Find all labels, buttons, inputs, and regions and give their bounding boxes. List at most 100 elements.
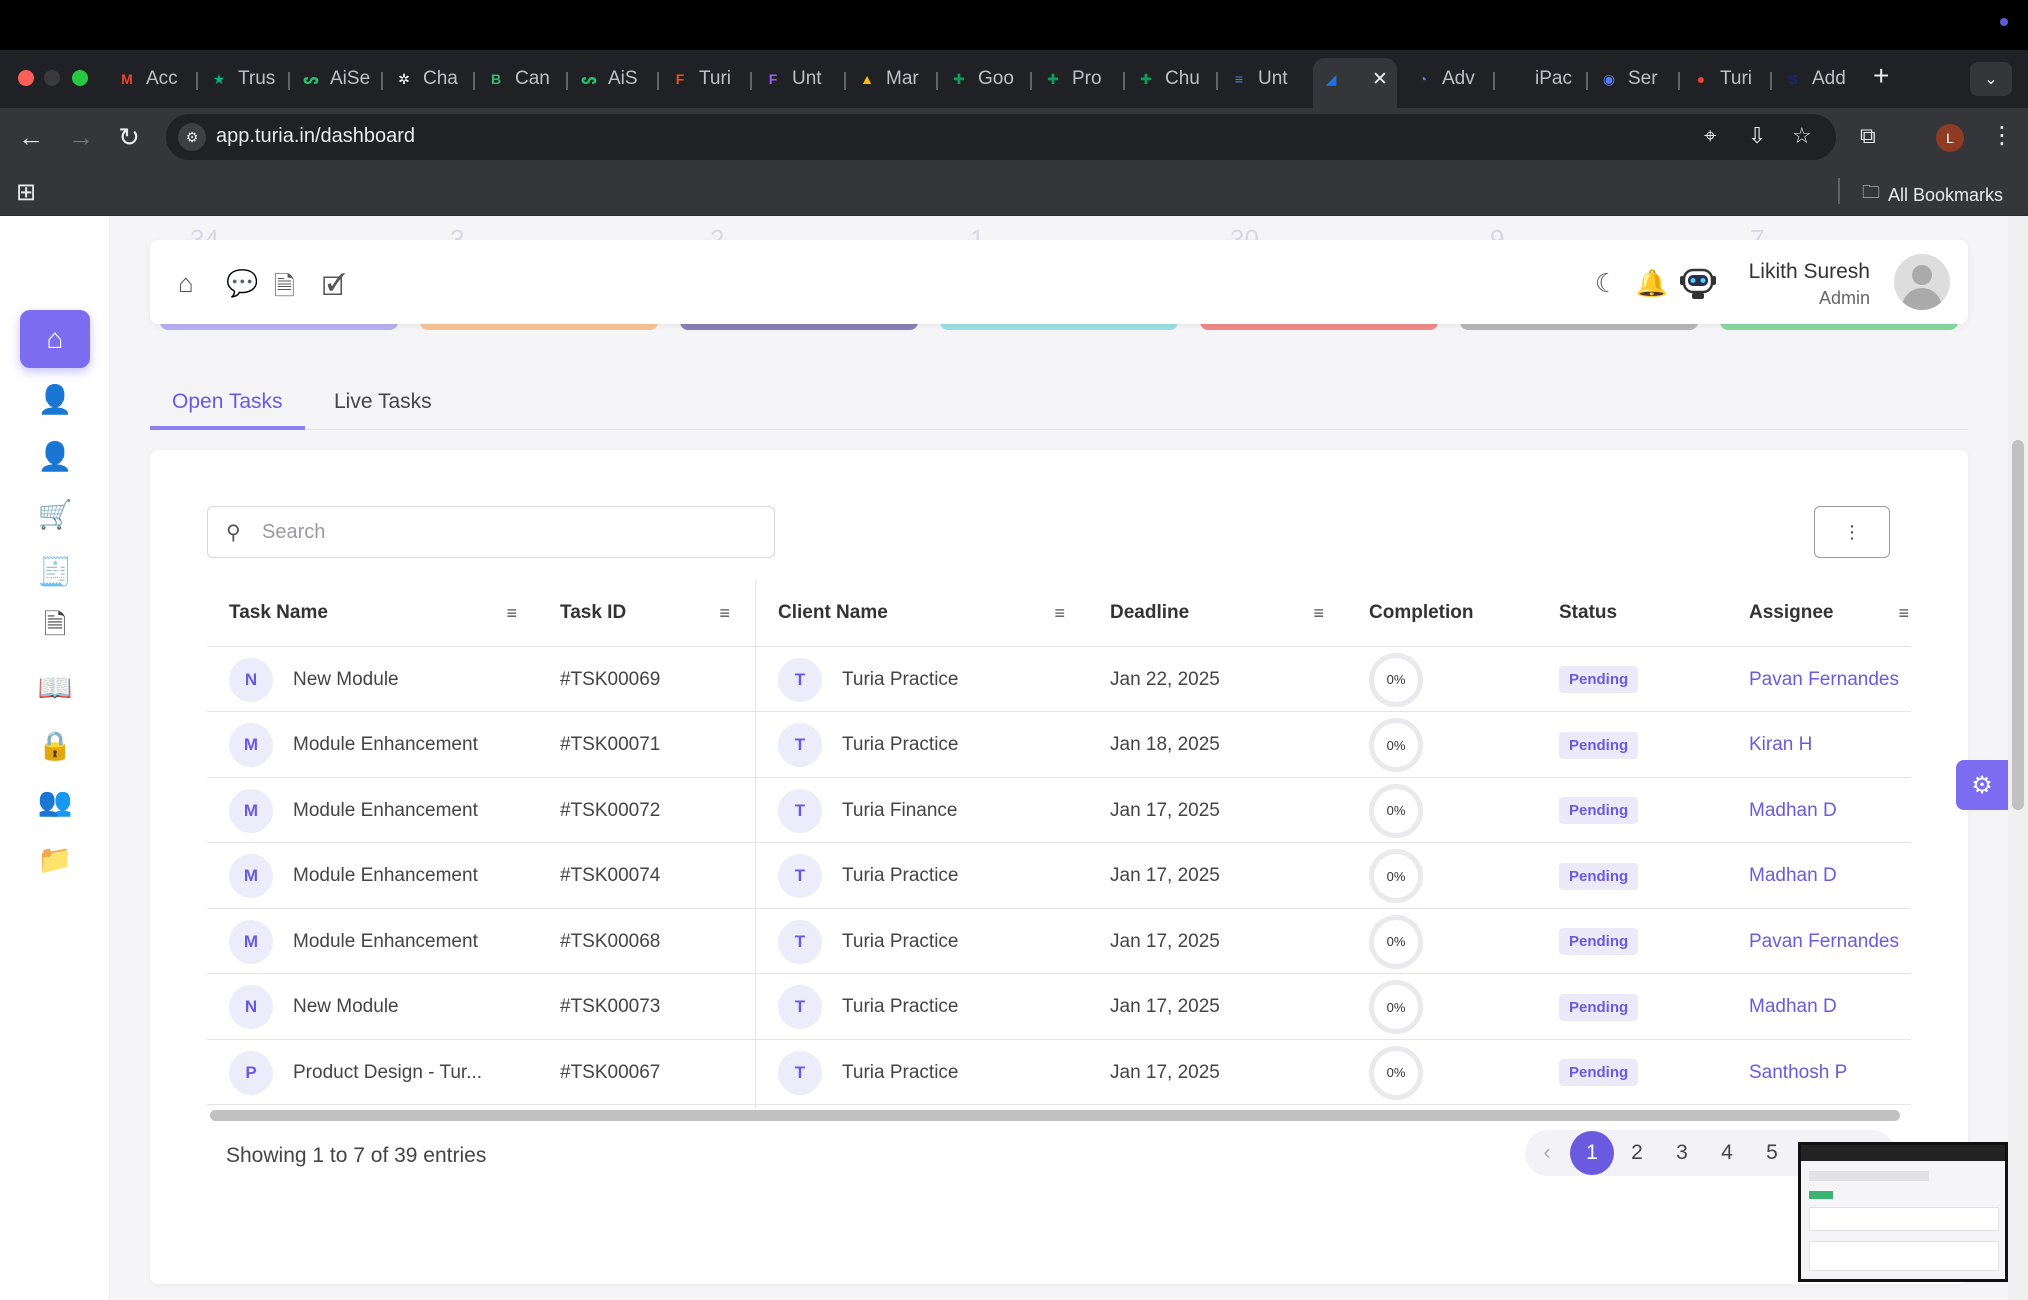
assignee-link[interactable]: Santhosh P [1749, 1062, 1847, 1084]
table-row[interactable]: N New Module #TSK00069 T Turia Practice Jan 2… [207, 647, 1911, 712]
sidebar-item-verified-user[interactable]: 👤 [20, 427, 90, 485]
browser-tab[interactable]: S Add [1782, 62, 1854, 96]
task-name-cell[interactable]: N New Module [229, 647, 549, 712]
chat-icon[interactable]: 💬 [226, 268, 258, 299]
pagination-page-2[interactable]: 2 [1615, 1131, 1659, 1175]
url-text[interactable]: app.turia.in/dashboard [216, 125, 415, 148]
table-row[interactable]: M Module Enhancement #TSK00071 T Turia Pract… [207, 713, 1911, 778]
browser-tab[interactable]: ◔ Adv [1412, 62, 1484, 96]
sidebar-item-lock[interactable]: 🔒 [20, 716, 90, 774]
column-header-task-id[interactable]: Task ID ≡ [560, 580, 730, 646]
document-icon[interactable]: 🗎 [274, 268, 295, 312]
filter-icon[interactable]: ≡ [1054, 603, 1065, 624]
settings-fab[interactable]: ⚙ [1956, 760, 2008, 810]
assignee-link[interactable]: Madhan D [1749, 800, 1837, 822]
task-name-cell[interactable]: M Module Enhancement [229, 844, 549, 909]
maximize-window-button[interactable] [72, 70, 88, 86]
browser-tab[interactable]: ✚ Chu [1135, 62, 1207, 96]
task-name-cell[interactable]: M Module Enhancement [229, 909, 549, 974]
assignee-link[interactable]: Madhan D [1749, 865, 1837, 887]
more-options-button[interactable]: ⋮ [1814, 506, 1890, 558]
sidebar-item-remove-user[interactable]: 👤 [20, 370, 90, 428]
browser-tab[interactable]: F Turi [669, 62, 741, 96]
filter-icon[interactable]: ≡ [1313, 603, 1324, 624]
column-header-status[interactable]: Status [1559, 580, 1699, 646]
browser-tab[interactable]: F Unt [762, 62, 834, 96]
search-input[interactable] [262, 517, 752, 547]
sidebar-item-folders[interactable]: 📁 [20, 830, 90, 888]
browser-tab[interactable]: ◉ Ser [1598, 62, 1670, 96]
reload-icon[interactable]: ↻ [110, 118, 148, 156]
browser-tab[interactable]: ≡ Unt [1228, 62, 1300, 96]
assignee-cell[interactable]: Madhan D [1749, 844, 1899, 909]
column-header-assignee[interactable]: Assignee ≡ [1749, 580, 1909, 646]
install-app-icon[interactable]: ⇩ [1748, 123, 1766, 149]
assignee-link[interactable]: Kiran H [1749, 734, 1812, 756]
vertical-scrollbar-thumb[interactable] [2012, 440, 2024, 810]
column-header-task-name[interactable]: Task Name ≡ [229, 580, 517, 646]
table-row[interactable]: M Module Enhancement #TSK00072 T Turia Finan… [207, 778, 1911, 843]
pagination-page-5[interactable]: 5 [1750, 1131, 1794, 1175]
table-row[interactable]: N New Module #TSK00073 T Turia Practice Jan 1… [207, 975, 1911, 1040]
assignee-link[interactable]: Pavan Fernandes [1749, 669, 1899, 691]
pagination-page-3[interactable]: 3 [1660, 1131, 1704, 1175]
omnibox[interactable]: ⚙ app.turia.in/dashboard ⌖ ⇩ ☆ [166, 114, 1836, 160]
ai-bot-icon[interactable] [1678, 262, 1718, 302]
sidebar-item-add-document[interactable]: 🗎 [20, 599, 90, 657]
tab-search-button[interactable]: ⌄ [1970, 62, 2012, 96]
sidebar-item-home[interactable]: ⌂ [20, 310, 90, 368]
assignee-cell[interactable]: Madhan D [1749, 778, 1899, 843]
pagination-prev-button[interactable]: ‹ [1525, 1131, 1569, 1175]
location-icon[interactable]: ⌖ [1704, 123, 1716, 149]
table-row[interactable]: P Product Design - Tur... #TSK00067 T Turia … [207, 1040, 1911, 1105]
assignee-cell[interactable]: Pavan Fernandes [1749, 909, 1899, 974]
table-row[interactable]: M Module Enhancement #TSK00074 T Turia Pract… [207, 844, 1911, 909]
close-tab-icon[interactable]: ✕ [1372, 68, 1388, 91]
forward-icon[interactable]: → [62, 118, 100, 156]
browser-tab[interactable]: ᔕ AiSe [300, 62, 372, 96]
browser-tab[interactable]: ✚ Goo [948, 62, 1020, 96]
all-bookmarks-button[interactable]: 🗀 All Bookmarks [1862, 180, 2003, 210]
new-tab-icon[interactable]: + [1873, 60, 1889, 92]
extensions-icon[interactable]: ⧉ [1860, 123, 1876, 149]
bell-icon[interactable]: 🔔 [1636, 268, 1668, 299]
column-header-completion[interactable]: Completion [1369, 580, 1529, 646]
assignee-cell[interactable]: Santhosh P [1749, 1040, 1899, 1105]
site-info-icon[interactable]: ⚙ [178, 123, 206, 151]
assignee-link[interactable]: Pavan Fernandes [1749, 931, 1899, 953]
tab-live-tasks[interactable]: Live Tasks [312, 390, 454, 430]
browser-tab[interactable]: ▲ Mar [856, 62, 928, 96]
browser-tab[interactable]: ◢ ✕ [1320, 62, 1390, 96]
browser-tab[interactable]: ✚ Pro [1042, 62, 1114, 96]
browser-tab[interactable]: ✲ Cha [393, 62, 465, 96]
browser-tab[interactable]: M Acc [116, 62, 188, 96]
table-row[interactable]: M Module Enhancement #TSK00068 T Turia Pract… [207, 909, 1911, 974]
back-icon[interactable]: ← [12, 118, 50, 156]
task-name-cell[interactable]: N New Module [229, 975, 549, 1040]
sidebar-item-team[interactable]: 👥 [20, 772, 90, 830]
horizontal-scrollbar[interactable] [210, 1110, 1900, 1121]
task-name-cell[interactable]: M Module Enhancement [229, 778, 549, 843]
assignee-link[interactable]: Madhan D [1749, 996, 1837, 1018]
pagination-page-1[interactable]: 1 [1570, 1131, 1614, 1175]
dark-mode-icon[interactable]: ☾ [1595, 268, 1618, 299]
assignee-cell[interactable]: Kiran H [1749, 713, 1899, 778]
task-name-cell[interactable]: M Module Enhancement [229, 713, 549, 778]
home-icon[interactable]: ⌂ [178, 268, 194, 299]
assignee-cell[interactable]: Madhan D [1749, 975, 1899, 1040]
browser-tab[interactable]: iPac [1505, 62, 1577, 96]
assignee-cell[interactable]: Pavan Fernandes [1749, 647, 1899, 712]
task-name-cell[interactable]: P Product Design - Tur... [229, 1040, 549, 1105]
filter-icon[interactable]: ≡ [719, 603, 730, 624]
sidebar-item-invoice[interactable]: 🧾 [20, 542, 90, 600]
sidebar-item-cart[interactable]: 🛒 [20, 485, 90, 543]
screen-preview-thumbnail[interactable] [1798, 1142, 2008, 1282]
browser-tab[interactable]: ᔕ AiS [578, 62, 650, 96]
close-window-button[interactable] [18, 70, 34, 86]
column-header-deadline[interactable]: Deadline ≡ [1110, 580, 1324, 646]
minimize-window-button[interactable] [44, 70, 60, 86]
browser-tab[interactable]: B Can [485, 62, 557, 96]
pagination-page-4[interactable]: 4 [1705, 1131, 1749, 1175]
filter-icon[interactable]: ≡ [506, 603, 517, 624]
browser-tab[interactable]: ● Turi [1690, 62, 1762, 96]
